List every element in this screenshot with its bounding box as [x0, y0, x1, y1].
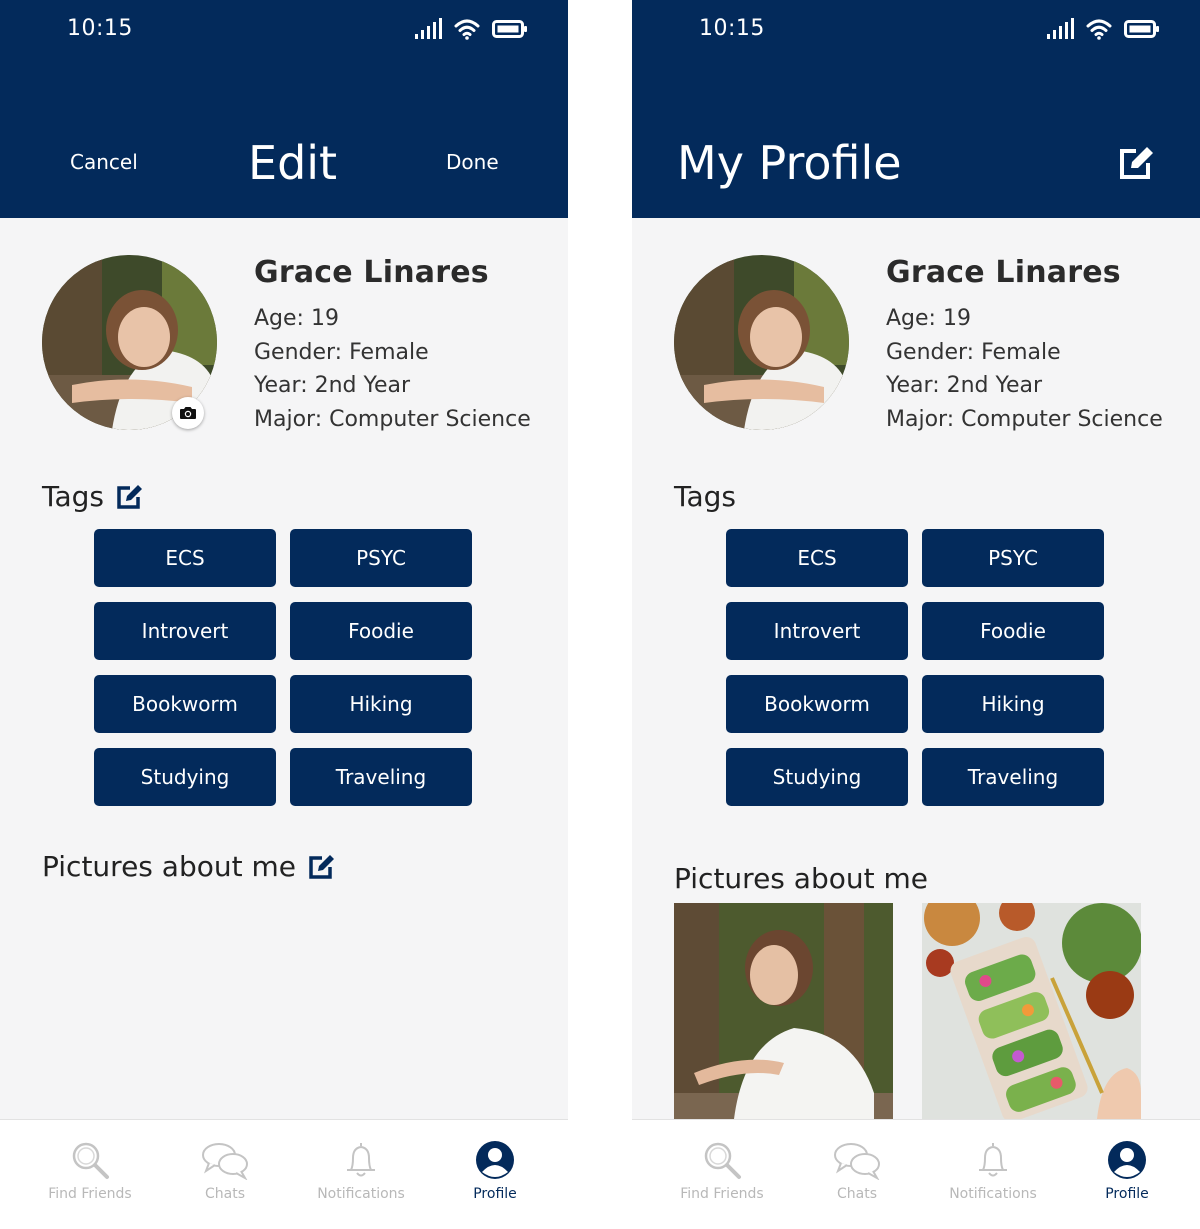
tags-heading: Tags: [42, 480, 144, 513]
profile-major: Major: Computer Science: [254, 407, 531, 433]
edit-tags-icon[interactable]: [116, 484, 144, 510]
search-icon: [704, 1142, 741, 1179]
tag-chip[interactable]: Traveling: [922, 748, 1104, 806]
pictures-heading: Pictures about me: [42, 850, 336, 883]
tab-label: Notifications: [949, 1186, 1037, 1202]
page-title: Edit: [248, 136, 338, 190]
tags-heading: Tags: [674, 480, 736, 513]
profile-age: Age: 19: [254, 306, 339, 331]
user-circle-icon: [476, 1141, 514, 1179]
tags-grid: ECS PSYC Introvert Foodie Bookworm Hikin…: [94, 529, 474, 806]
page-title: My Profile: [677, 136, 902, 190]
my-profile-screen: 10:15 My Profile Grace Linares Age: 19 G…: [632, 0, 1200, 1229]
signal-icon: [415, 18, 442, 39]
tag-chip[interactable]: ECS: [94, 529, 276, 587]
tab-profile[interactable]: Profile: [1067, 1140, 1187, 1202]
profile-info: Grace Linares Age: 19 Gender: Female Yea…: [254, 255, 531, 437]
tab-bar: Find Friends Chats Notifications Profile: [0, 1119, 568, 1229]
tab-label: Chats: [836, 1186, 877, 1202]
bell-icon: [979, 1143, 1007, 1177]
status-time: 10:15: [699, 16, 765, 41]
chat-bubbles-icon: [202, 1143, 248, 1180]
food-photo: [922, 903, 1141, 1119]
camera-icon: [180, 407, 196, 419]
picture-thumbnail[interactable]: [922, 903, 1141, 1119]
tag-chip[interactable]: Foodie: [922, 602, 1104, 660]
pictures-gallery: [674, 903, 1141, 1119]
tab-label: Profile: [473, 1186, 517, 1202]
tab-profile[interactable]: Profile: [435, 1140, 555, 1202]
tag-chip[interactable]: Bookworm: [726, 675, 908, 733]
wifi-icon: [1086, 19, 1112, 40]
profile-name: Grace Linares: [886, 255, 1121, 290]
profile-year: Year: 2nd Year: [254, 373, 411, 399]
tag-chip[interactable]: PSYC: [922, 529, 1104, 587]
wifi-icon: [454, 19, 480, 40]
profile-name: Grace Linares: [254, 255, 489, 290]
tab-bar: Find Friends Chats Notifications Profile: [632, 1119, 1200, 1229]
tag-chip[interactable]: Hiking: [290, 675, 472, 733]
tab-label: Profile: [1105, 1186, 1149, 1202]
tag-chip[interactable]: Introvert: [94, 602, 276, 660]
tag-chip[interactable]: Hiking: [922, 675, 1104, 733]
tag-chip[interactable]: Foodie: [290, 602, 472, 660]
edit-pictures-icon[interactable]: [308, 854, 336, 880]
edit-profile-icon[interactable]: [1118, 145, 1156, 181]
tag-chip[interactable]: ECS: [726, 529, 908, 587]
avatar: [674, 255, 849, 430]
tag-chip[interactable]: Studying: [726, 748, 908, 806]
tag-chip[interactable]: Bookworm: [94, 675, 276, 733]
tab-chats[interactable]: Chats: [165, 1140, 285, 1202]
profile-info: Grace Linares Age: 19 Gender: Female Yea…: [886, 255, 1163, 437]
change-photo-button[interactable]: [172, 397, 204, 429]
tags-grid: ECS PSYC Introvert Foodie Bookworm Hikin…: [726, 529, 1106, 806]
tab-notifications[interactable]: Notifications: [933, 1140, 1053, 1202]
status-icons: [414, 18, 528, 40]
status-icons: [1046, 18, 1160, 40]
battery-icon: [492, 20, 527, 38]
profile-gender: Gender: Female: [254, 339, 429, 365]
tab-label: Notifications: [317, 1186, 405, 1202]
pictures-heading: Pictures about me: [674, 862, 928, 895]
tag-chip[interactable]: Traveling: [290, 748, 472, 806]
pictures-title: Pictures about me: [674, 862, 928, 895]
search-icon: [72, 1142, 109, 1179]
avatar-photo: [674, 255, 849, 430]
cancel-button[interactable]: Cancel: [70, 150, 138, 174]
tag-chip[interactable]: PSYC: [290, 529, 472, 587]
profile-major: Major: Computer Science: [886, 407, 1163, 433]
chat-bubbles-icon: [834, 1143, 880, 1180]
tab-find-friends[interactable]: Find Friends: [30, 1140, 150, 1202]
header: 10:15 My Profile: [632, 0, 1200, 218]
portrait-photo: [674, 903, 893, 1119]
tag-chip[interactable]: Introvert: [726, 602, 908, 660]
profile-gender: Gender: Female: [886, 339, 1061, 365]
tags-title: Tags: [674, 480, 736, 513]
edit-profile-screen: 10:15 Cancel Edit Done Grace Linares Age…: [0, 0, 568, 1229]
tag-chip[interactable]: Studying: [94, 748, 276, 806]
tab-notifications[interactable]: Notifications: [301, 1140, 421, 1202]
tab-label: Chats: [204, 1186, 245, 1202]
status-time: 10:15: [67, 16, 133, 41]
picture-thumbnail[interactable]: [674, 903, 893, 1119]
header: 10:15 Cancel Edit Done: [0, 0, 568, 218]
tab-chats[interactable]: Chats: [797, 1140, 917, 1202]
bell-icon: [347, 1143, 375, 1177]
signal-icon: [1047, 18, 1074, 39]
profile-age: Age: 19: [886, 306, 971, 331]
tab-find-friends[interactable]: Find Friends: [662, 1140, 782, 1202]
profile-year: Year: 2nd Year: [886, 373, 1043, 399]
done-button[interactable]: Done: [446, 150, 499, 174]
battery-icon: [1124, 20, 1159, 38]
tab-label: Find Friends: [680, 1186, 764, 1202]
tags-title: Tags: [42, 480, 104, 513]
tab-label: Find Friends: [48, 1186, 132, 1202]
pictures-title: Pictures about me: [42, 850, 296, 883]
user-circle-icon: [1108, 1141, 1146, 1179]
